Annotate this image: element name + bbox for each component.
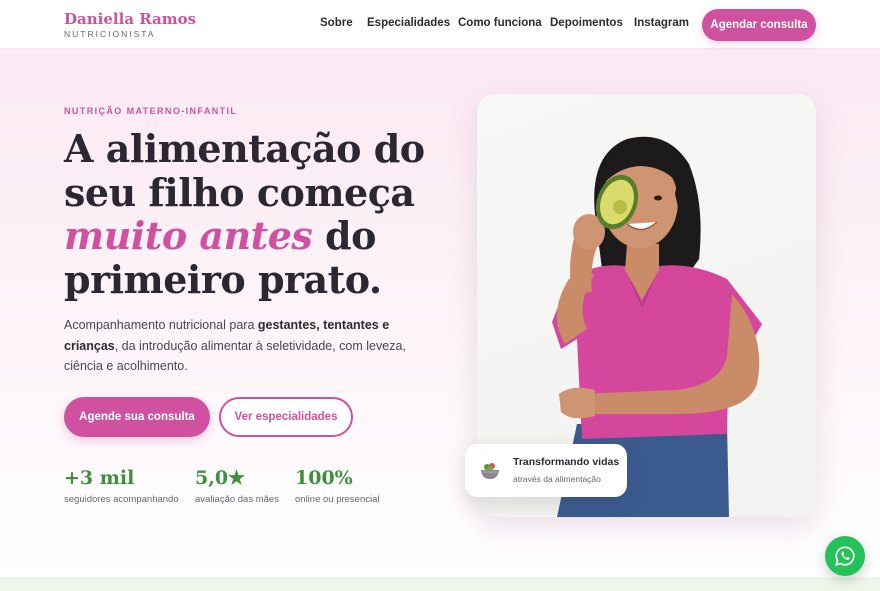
lead-part-1: Acompanhamento nutricional para bbox=[64, 318, 258, 332]
hero-headline: A alimentação do seu filho começa muito … bbox=[64, 127, 464, 301]
nav-item-como-funciona[interactable]: Como funciona bbox=[458, 17, 542, 29]
stat-rating: 5,0★ avaliação das mães bbox=[195, 466, 279, 505]
brand-subtitle: NUTRICIONISTA bbox=[64, 29, 156, 39]
nav-item-depoimentos[interactable]: Depoimentos bbox=[550, 17, 623, 29]
stat-label: online ou presencial bbox=[295, 494, 380, 505]
whatsapp-icon bbox=[835, 546, 855, 566]
see-specialties-button[interactable]: Ver especialidades bbox=[219, 397, 353, 437]
stat-online: 100% online ou presencial bbox=[295, 466, 380, 505]
site-header: Daniella Ramos NUTRICIONISTA Sobre Espec… bbox=[0, 0, 880, 49]
stat-value: 100% bbox=[295, 467, 353, 489]
nav-item-instagram[interactable]: Instagram bbox=[634, 17, 689, 29]
stat-label: seguidores acompanhando bbox=[64, 494, 179, 505]
brand-logo[interactable]: Daniella Ramos NUTRICIONISTA bbox=[64, 10, 197, 40]
brand-name: Daniella Ramos bbox=[64, 10, 197, 28]
headline-part-1: A alimentação do seu filho começa bbox=[64, 126, 425, 215]
badge-subtitle: através da alimentação bbox=[513, 474, 601, 484]
badge-title: Transformando vidas bbox=[513, 456, 620, 468]
salad-bowl-icon bbox=[480, 460, 500, 485]
stat-value: 5,0★ bbox=[195, 467, 246, 489]
nav-item-especialidades[interactable]: Especialidades bbox=[367, 17, 450, 29]
schedule-consultation-button[interactable]: Agendar consulta bbox=[702, 9, 816, 41]
hero-eyebrow: NUTRIÇÃO MATERNO-INFANTIL bbox=[64, 106, 238, 116]
lead-part-2: , da introdução alimentar à seletividade… bbox=[64, 338, 406, 374]
headline-accent: muito antes bbox=[64, 213, 313, 258]
stat-label: avaliação das mães bbox=[195, 494, 279, 505]
whatsapp-button[interactable] bbox=[825, 536, 865, 576]
stat-followers: +3 mil seguidores acompanhando bbox=[64, 466, 179, 505]
hero-lead: Acompanhamento nutricional para gestante… bbox=[64, 315, 414, 377]
book-consultation-button[interactable]: Agende sua consulta bbox=[64, 397, 210, 437]
stat-value: +3 mil bbox=[64, 467, 135, 489]
transformation-badge: Transformando vidas através da alimentaç… bbox=[465, 444, 627, 497]
nav-item-sobre[interactable]: Sobre bbox=[320, 17, 353, 29]
next-section-strip bbox=[0, 577, 880, 591]
